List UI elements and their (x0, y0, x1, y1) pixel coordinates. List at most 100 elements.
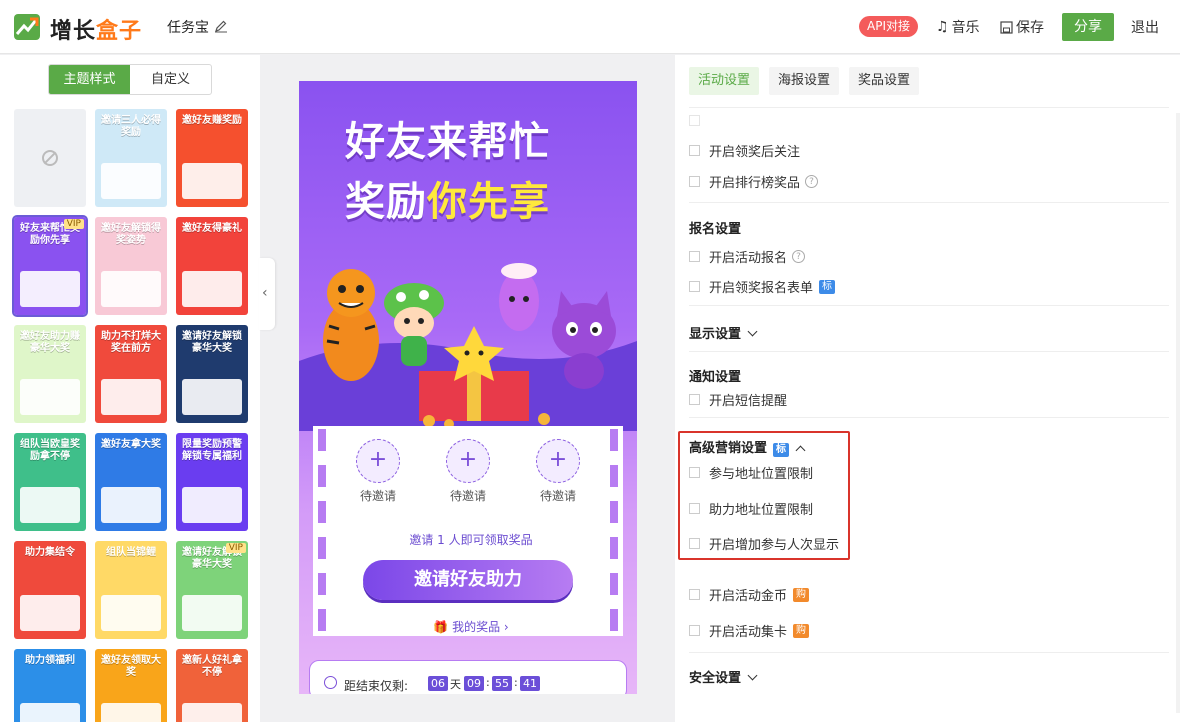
checkbox[interactable] (689, 589, 700, 600)
brand-name: 增长盒子 (50, 19, 143, 44)
setting-row: 开启活动集卡购 (689, 621, 810, 640)
tab-prize-settings[interactable]: 奖品设置 (849, 67, 920, 95)
template-title: 邀好友赚奖励 (182, 115, 242, 126)
template-title: 组队当锦鲤 (106, 547, 156, 558)
edit-icon[interactable] (214, 19, 228, 33)
tab-custom[interactable]: 自定义 (130, 65, 211, 94)
template-thumbnail[interactable]: 邀请好友解锁豪华大奖 (176, 325, 248, 423)
save-button[interactable]: 保存 (1000, 17, 1044, 37)
section-advanced-marketing[interactable]: 高级营销设置标 (689, 437, 806, 457)
tiger-character (323, 269, 379, 381)
template-panel-preview (101, 379, 161, 415)
setting-row: 助力地址位置限制 (689, 499, 813, 518)
preview-title-line1: 好友来帮忙 (345, 119, 550, 165)
invite-slot[interactable]: + 待邀请 (446, 439, 490, 504)
template-title: 邀好友助力赚豪华大奖 (20, 331, 80, 354)
tab-theme-style[interactable]: 主题样式 (49, 65, 130, 94)
countdown-minutes: 55 (492, 676, 512, 691)
plus-icon: + (446, 439, 490, 483)
settings-tabs: 活动设置 海报设置 奖品设置 (689, 67, 920, 95)
invite-slot[interactable]: + 待邀请 (356, 439, 400, 504)
plus-icon: + (536, 439, 580, 483)
template-title: 助力不打烊大奖在前方 (101, 331, 161, 354)
purchase-tag: 购 (793, 623, 810, 638)
countdown-hours: 09 (464, 676, 484, 691)
template-thumbnail[interactable]: 邀好友助力赚豪华大奖 (14, 325, 86, 423)
setting-row: 开启领奖后关注 (689, 141, 800, 160)
template-thumbnail[interactable]: 组队当欧皇奖励拿不停 (14, 433, 86, 531)
template-thumbnail[interactable]: 邀好友赚奖励 (176, 109, 248, 207)
template-thumbnail[interactable]: 邀好友得豪礼 (176, 217, 248, 315)
checkbox[interactable] (689, 251, 700, 262)
template-panel-preview (182, 487, 242, 523)
plus-icon: + (356, 439, 400, 483)
tab-activity-settings[interactable]: 活动设置 (689, 67, 760, 95)
template-thumbnail[interactable]: 邀好友拿大奖 (95, 433, 167, 531)
task-name: 任务宝 (167, 20, 209, 36)
vip-badge: VIP (63, 219, 84, 229)
checkbox[interactable] (689, 145, 700, 156)
checkbox[interactable] (689, 503, 700, 514)
checkbox[interactable] (689, 538, 700, 549)
template-title: 邀新人好礼拿不停 (182, 655, 242, 678)
template-title: 助力集结令 (25, 547, 75, 558)
checkbox[interactable] (689, 281, 700, 292)
template-thumbnail[interactable]: 好友来帮忙奖励你先享 VIP (12, 215, 88, 317)
template-thumbnail[interactable]: 邀好友领取大奖 (95, 649, 167, 722)
template-thumbnail[interactable]: 限量奖励预警解锁专属福利 (176, 433, 248, 531)
invite-card: + 待邀请 + 待邀请 + 待邀请 邀请 1 人即可领取奖品 邀请好友助力 🎁 … (313, 426, 623, 636)
template-thumbnail[interactable]: 助力不打烊大奖在前方 (95, 325, 167, 423)
help-icon[interactable]: ? (792, 250, 806, 263)
phone-preview: 好友来帮忙 奖励你先享 + 待邀请 + 待邀请 + 待邀请 邀请 1 人即可领取… (299, 81, 637, 694)
collapse-panel-button[interactable]: ‹ (259, 258, 275, 330)
divider (689, 652, 1169, 653)
template-title: 邀好友拿大奖 (101, 439, 161, 450)
chevron-down-icon (747, 670, 758, 681)
template-thumbnail[interactable]: 组队当锦鲤 (95, 541, 167, 639)
template-tab-switch: 主题样式 自定义 (48, 64, 212, 95)
section-security[interactable]: 安全设置 (689, 667, 758, 686)
exit-button[interactable]: 退出 (1131, 17, 1159, 37)
divider (689, 351, 1169, 352)
tab-poster-settings[interactable]: 海报设置 (769, 67, 840, 95)
template-none[interactable] (14, 109, 86, 207)
countdown-bar: 距结束仅剩: 06 天 09 : 55 : 41 (309, 660, 627, 694)
template-thumbnail[interactable]: 邀请三人必得奖励 (95, 109, 167, 207)
no-style-icon (42, 150, 58, 166)
template-panel-preview (101, 271, 161, 307)
top-bar: 增长盒子 任务宝 API对接 ♫ 音乐 保存 分享 退出 (0, 0, 1180, 54)
section-display[interactable]: 显示设置 (689, 323, 758, 342)
template-title: 邀好友解锁得奖姿势 (101, 223, 161, 246)
template-title: 邀请三人必得奖励 (101, 115, 161, 138)
scrollbar[interactable] (1176, 113, 1180, 713)
checkbox[interactable] (689, 467, 700, 478)
template-thumbnail[interactable]: 邀请好友解锁豪华大奖 VIP (176, 541, 248, 639)
invite-hint: 邀请 1 人即可领取奖品 (409, 533, 533, 547)
divider (689, 202, 1169, 203)
save-icon (1000, 20, 1013, 34)
template-title: 邀好友得豪礼 (182, 223, 242, 234)
api-badge[interactable]: API对接 (859, 16, 918, 37)
checkbox[interactable] (689, 394, 700, 405)
setting-row-partial (689, 115, 709, 126)
share-button[interactable]: 分享 (1062, 13, 1114, 41)
my-prize-link[interactable]: 🎁 我的奖品 › (316, 618, 626, 635)
checkbox[interactable] (689, 625, 700, 636)
music-label: 音乐 (951, 20, 980, 36)
music-button[interactable]: ♫ 音乐 (936, 17, 980, 37)
setting-row: 开启活动金币购 (689, 585, 810, 604)
invite-friends-button[interactable]: 邀请好友助力 (363, 560, 573, 600)
invite-slot[interactable]: + 待邀请 (536, 439, 580, 504)
template-thumbnail[interactable]: 邀好友解锁得奖姿势 (95, 217, 167, 315)
help-icon[interactable]: ? (805, 175, 819, 188)
template-thumbnail[interactable]: 助力领福利 (14, 649, 86, 722)
checkbox[interactable] (689, 115, 700, 126)
template-thumbnail[interactable]: 助力集结令 (14, 541, 86, 639)
checkbox[interactable] (689, 176, 700, 187)
section-signup: 报名设置 (689, 222, 742, 237)
template-thumbnail[interactable]: 邀新人好礼拿不停 (176, 649, 248, 722)
template-title: 限量奖励预警解锁专属福利 (182, 439, 242, 462)
template-panel-preview (20, 379, 80, 415)
template-panel: 主题样式 自定义 邀请三人必得奖励 邀好友赚奖励好友来帮忙奖励你先享 VIP 邀好友解… (0, 55, 260, 722)
template-panel-preview (182, 595, 242, 631)
